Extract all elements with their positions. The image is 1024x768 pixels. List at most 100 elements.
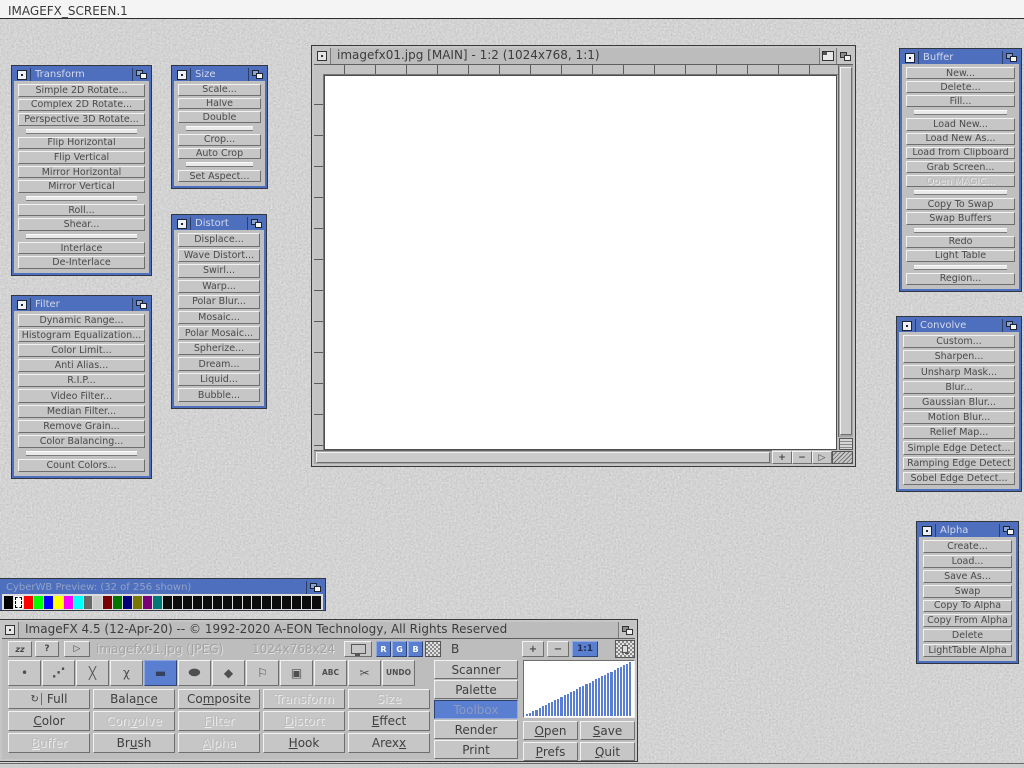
composite-button[interactable]: Composite [178,689,260,709]
depth-icon[interactable] [836,48,853,64]
ramping-edge-detect-button[interactable]: Ramping Edge Detect [903,457,1015,470]
palette-button[interactable]: Palette [434,680,518,699]
full-button[interactable]: ↻Full [8,689,90,709]
scale-button[interactable]: Scale... [178,84,261,96]
color-button[interactable]: Color [8,711,90,731]
palette-swatch[interactable] [34,596,43,609]
freehand-tool[interactable]: • [8,660,41,686]
toolbar-zoom-in-button[interactable]: + [522,641,544,657]
double-button[interactable]: Double [178,111,261,123]
unsharp-mask-button[interactable]: Unsharp Mask... [903,365,1015,378]
palette-swatch[interactable] [103,596,112,609]
vertical-scrollbar-thumb[interactable] [840,67,852,435]
polar-blur-button[interactable]: Polar Blur... [178,295,260,309]
palette-swatch[interactable] [4,596,13,609]
zoom-gadget-icon[interactable] [819,48,836,64]
load-new-as-button[interactable]: Load New As... [906,133,1015,145]
close-icon[interactable] [2,622,19,638]
screen-mode-icon[interactable] [839,438,853,450]
channel-b-button[interactable]: B [408,641,423,657]
pan-button[interactable]: ▷ [812,451,832,464]
tag-tool[interactable]: ▣ [280,660,313,686]
size-titlebar[interactable]: Size [174,68,265,81]
box-tool[interactable]: ▬ [144,660,177,686]
video-filter-button[interactable]: Video Filter... [18,389,145,402]
palette-swatch[interactable] [292,596,301,609]
distort-titlebar[interactable]: Distort [174,217,264,230]
palette-swatch[interactable] [163,596,172,609]
toolbar-zoom-out-button[interactable]: − [547,641,569,657]
close-icon[interactable] [174,68,191,81]
de-interlace-button[interactable]: De-Interlace [18,256,145,269]
dream-button[interactable]: Dream... [178,357,260,371]
scanner-button[interactable]: Scanner [434,660,518,679]
palette-swatch[interactable] [272,596,281,609]
close-icon[interactable] [174,217,191,230]
region-button[interactable]: Region... [906,273,1015,285]
count-colors-button[interactable]: Count Colors... [18,459,145,472]
resize-handle[interactable] [832,451,853,464]
toolbar-titlebar[interactable]: ImageFX 4.5 (12-Apr-20) -- © 1992-2020 A… [2,622,635,639]
set-aspect-button[interactable]: Set Aspect... [178,170,261,182]
palette-swatch[interactable] [74,596,83,609]
lighttable-alpha-button[interactable]: LightTable Alpha [923,644,1012,657]
prefs-button[interactable]: Prefs [523,742,578,761]
palette-swatch[interactable] [262,596,271,609]
close-icon[interactable] [14,298,31,311]
brush-tool[interactable]: ⚐ [246,660,279,686]
save-as-button[interactable]: Save As... [923,570,1012,583]
mirror-vertical-button[interactable]: Mirror Vertical [18,180,145,193]
image-canvas[interactable] [324,75,837,450]
palette-swatch[interactable] [64,596,73,609]
quit-button[interactable]: Quit [580,742,635,761]
custom-button[interactable]: Custom... [903,335,1015,348]
save-button[interactable]: Save [580,721,635,740]
delete-button[interactable]: Delete... [906,81,1015,93]
r-i-p-button[interactable]: R.I.P... [18,374,145,387]
swirl-button[interactable]: Swirl... [178,264,260,278]
palette-swatch[interactable] [93,596,102,609]
palette-swatch[interactable] [233,596,242,609]
line-tool[interactable]: ╳ [76,660,109,686]
dither-channel-button[interactable] [425,641,441,657]
convolve-titlebar[interactable]: Convolve [899,319,1019,332]
flip-horizontal-button[interactable]: Flip Horizontal [18,137,145,150]
palette-swatch[interactable] [84,596,93,609]
blur-button[interactable]: Blur... [903,381,1015,394]
roll-button[interactable]: Roll... [18,204,145,217]
swap-buffers-button[interactable]: Swap Buffers [906,212,1015,224]
palette-swatch[interactable] [173,596,182,609]
print-button[interactable]: Print [434,740,518,759]
hook-button[interactable]: Hook [263,733,345,753]
crop-tool[interactable]: ✂ [348,660,381,686]
monitor-icon[interactable] [344,641,372,657]
motion-blur-button[interactable]: Motion Blur... [903,411,1015,424]
oval-tool[interactable]: ● [178,660,211,686]
copy-to-swap-button[interactable]: Copy To Swap [906,198,1015,210]
airbrush-tool[interactable]: ⋰ [42,660,75,686]
new-button[interactable]: New... [906,67,1015,79]
close-icon[interactable] [14,68,31,81]
sleep-button[interactable]: zz [8,641,32,657]
simple-edge-detect-button[interactable]: Simple Edge Detect... [903,441,1015,454]
color-balancing-button[interactable]: Color Balancing... [18,435,145,448]
horizontal-scrollbar[interactable] [314,450,772,464]
flip-vertical-button[interactable]: Flip Vertical [18,151,145,164]
delete-button[interactable]: Delete [923,629,1012,642]
palette-swatch[interactable] [302,596,311,609]
depth-icon[interactable] [1002,51,1019,64]
image-window-titlebar[interactable]: imagefx01.jpg [MAIN] - 1:2 (1024x768, 1:… [314,48,853,65]
polygon-tool[interactable]: ◆ [212,660,245,686]
depth-icon[interactable] [248,68,265,81]
screen-titlebar[interactable]: IMAGEFX_SCREEN.1 [0,0,1024,19]
render-button[interactable]: Render [434,720,518,739]
palette-swatch[interactable] [44,596,53,609]
palette-swatch[interactable] [54,596,63,609]
relief-map-button[interactable]: Relief Map... [903,426,1015,439]
screen-dither-button[interactable] [615,640,635,658]
displace-button[interactable]: Displace... [178,233,260,247]
transform-titlebar[interactable]: Transform [14,68,149,81]
palette-swatch[interactable] [213,596,222,609]
alpha-titlebar[interactable]: Alpha [919,524,1016,537]
color-limit-button[interactable]: Color Limit... [18,344,145,357]
